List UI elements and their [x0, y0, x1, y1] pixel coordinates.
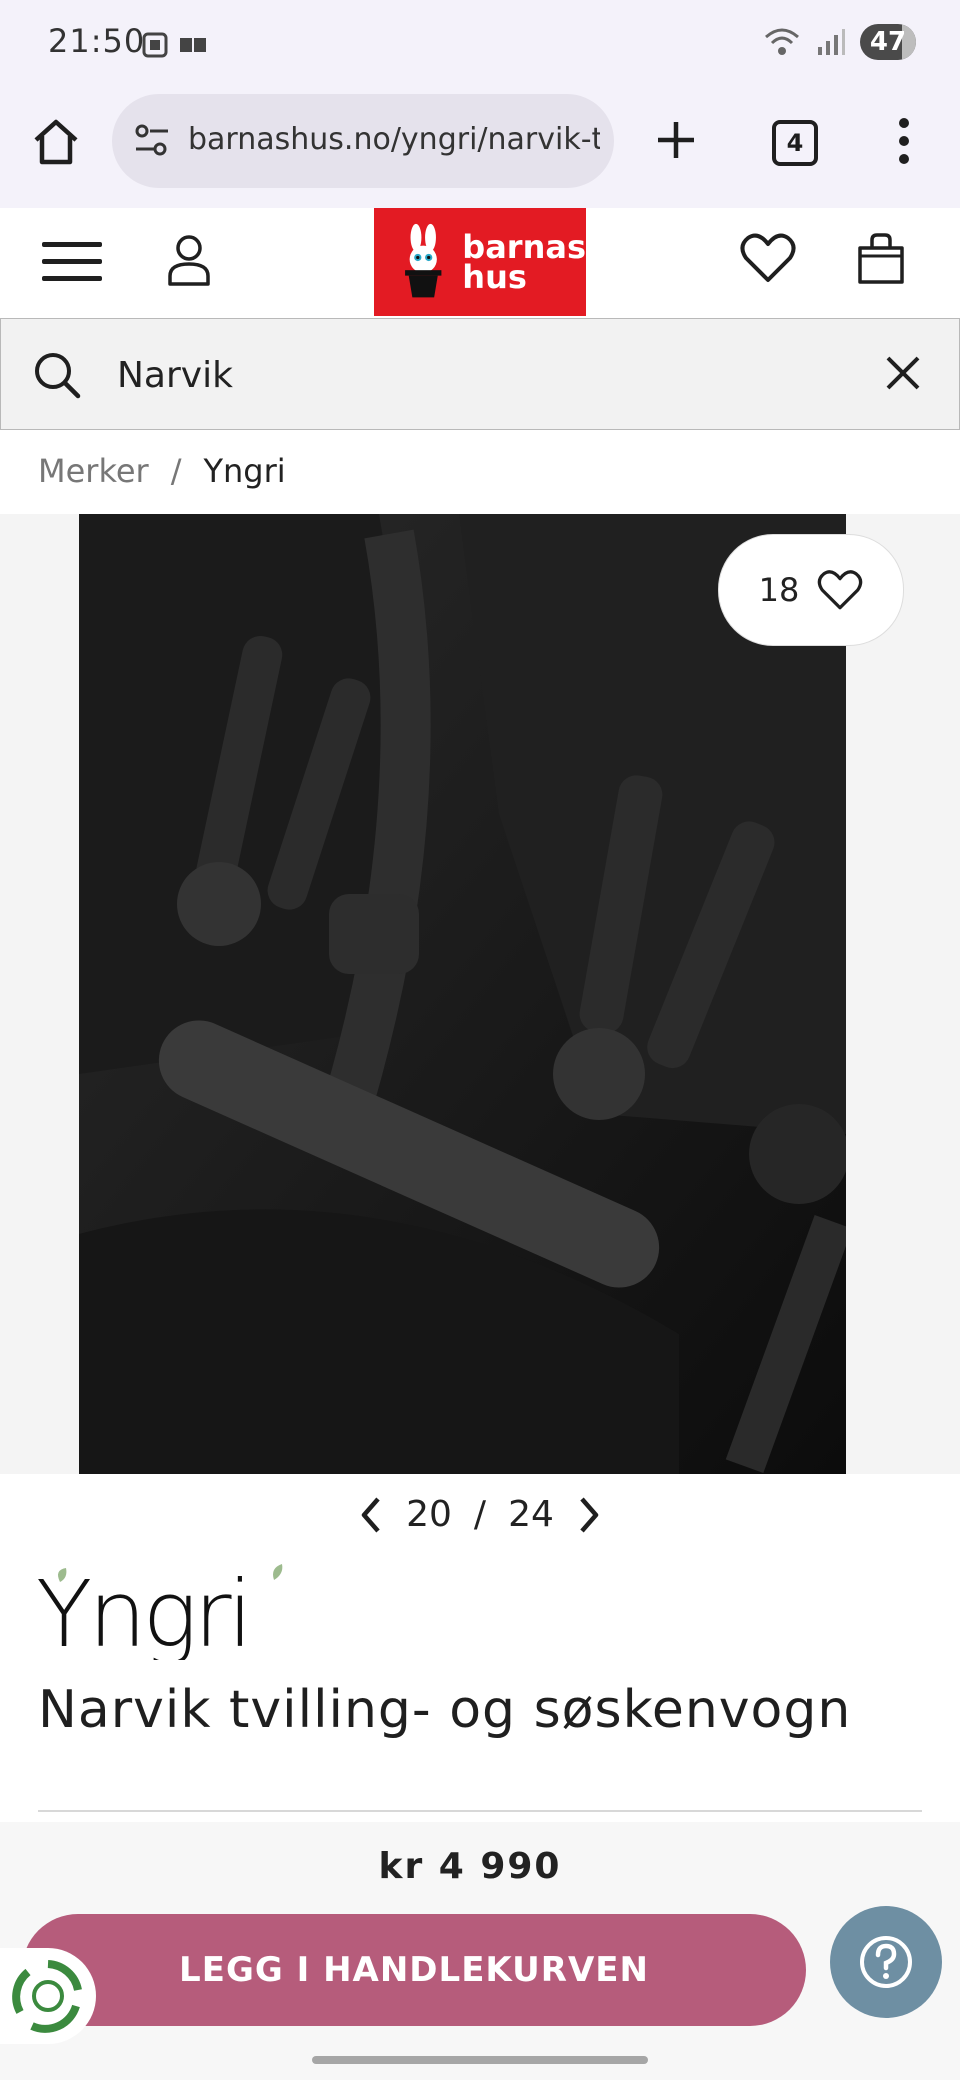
- more-options-icon[interactable]: [896, 116, 912, 166]
- heart-icon: [818, 570, 863, 610]
- site-header: barnas hus: [0, 208, 960, 318]
- search-input[interactable]: [115, 349, 819, 401]
- tab-switcher-button[interactable]: 4: [772, 120, 818, 166]
- status-time: 21:50: [48, 22, 146, 60]
- site-settings-icon[interactable]: [132, 120, 172, 160]
- wishlist-heart-icon[interactable]: [740, 232, 796, 284]
- next-image-icon[interactable]: [576, 1495, 602, 1535]
- product-gallery[interactable]: 18: [0, 514, 960, 1474]
- question-mark-icon: [860, 1936, 912, 1988]
- favorite-count: 18: [758, 571, 800, 609]
- product-image[interactable]: [79, 514, 846, 1474]
- signal-icon: [818, 29, 845, 55]
- svg-text:Yngri: Yngri: [36, 1561, 249, 1660]
- brand-logo[interactable]: Yngri: [36, 1560, 296, 1660]
- previous-image-icon[interactable]: [358, 1495, 384, 1535]
- hamburger-menu-icon[interactable]: [42, 238, 102, 286]
- divider: [38, 1810, 922, 1812]
- total-images: 24: [508, 1494, 554, 1535]
- breadcrumb-link-merker[interactable]: Merker: [38, 452, 149, 490]
- search-icon: [35, 353, 81, 399]
- breadcrumb-current: Yngri: [203, 452, 286, 490]
- new-tab-icon[interactable]: [652, 116, 700, 164]
- image-pager: 20 / 24: [0, 1494, 960, 1535]
- pager-separator: /: [473, 1494, 487, 1535]
- clear-search-icon[interactable]: [885, 355, 921, 391]
- status-bar: 21:50 47: [0, 0, 960, 90]
- home-icon[interactable]: [30, 116, 82, 168]
- site-logo[interactable]: barnas hus: [374, 208, 586, 316]
- user-account-icon[interactable]: [164, 232, 214, 288]
- help-button[interactable]: [830, 1906, 942, 2018]
- sustainability-badge[interactable]: [0, 1948, 96, 2044]
- search-bar: [0, 318, 960, 430]
- gesture-bar: [312, 2056, 648, 2064]
- favorite-count-button[interactable]: 18: [718, 534, 904, 646]
- url-text[interactable]: barnashus.no/yngri/narvik-tvill: [188, 122, 600, 157]
- shopping-bag-icon[interactable]: [856, 232, 906, 286]
- add-to-cart-button[interactable]: LEGG I HANDLEKURVEN: [22, 1914, 806, 2026]
- wifi-icon: [765, 28, 799, 55]
- current-image-index: 20: [406, 1494, 452, 1535]
- stroller-seat-photo: [79, 514, 846, 1474]
- breadcrumb: Merker / Yngri: [38, 452, 286, 490]
- browser-toolbar: barnashus.no/yngri/narvik-tvill 4: [0, 90, 960, 210]
- logo-wordmark: barnas hus: [462, 228, 586, 296]
- rabbit-in-hat-logo-icon: [405, 223, 442, 298]
- breadcrumb-separator: /: [170, 452, 182, 490]
- url-bar[interactable]: barnashus.no/yngri/narvik-tvill: [112, 94, 614, 188]
- battery-indicator: 47: [860, 24, 916, 60]
- status-notification-icons: [142, 30, 214, 64]
- product-price: kr 4 990: [378, 1846, 562, 1887]
- product-title: Narvik tvilling- og søskenvogn: [38, 1680, 852, 1740]
- recycle-icon: [12, 1960, 82, 2033]
